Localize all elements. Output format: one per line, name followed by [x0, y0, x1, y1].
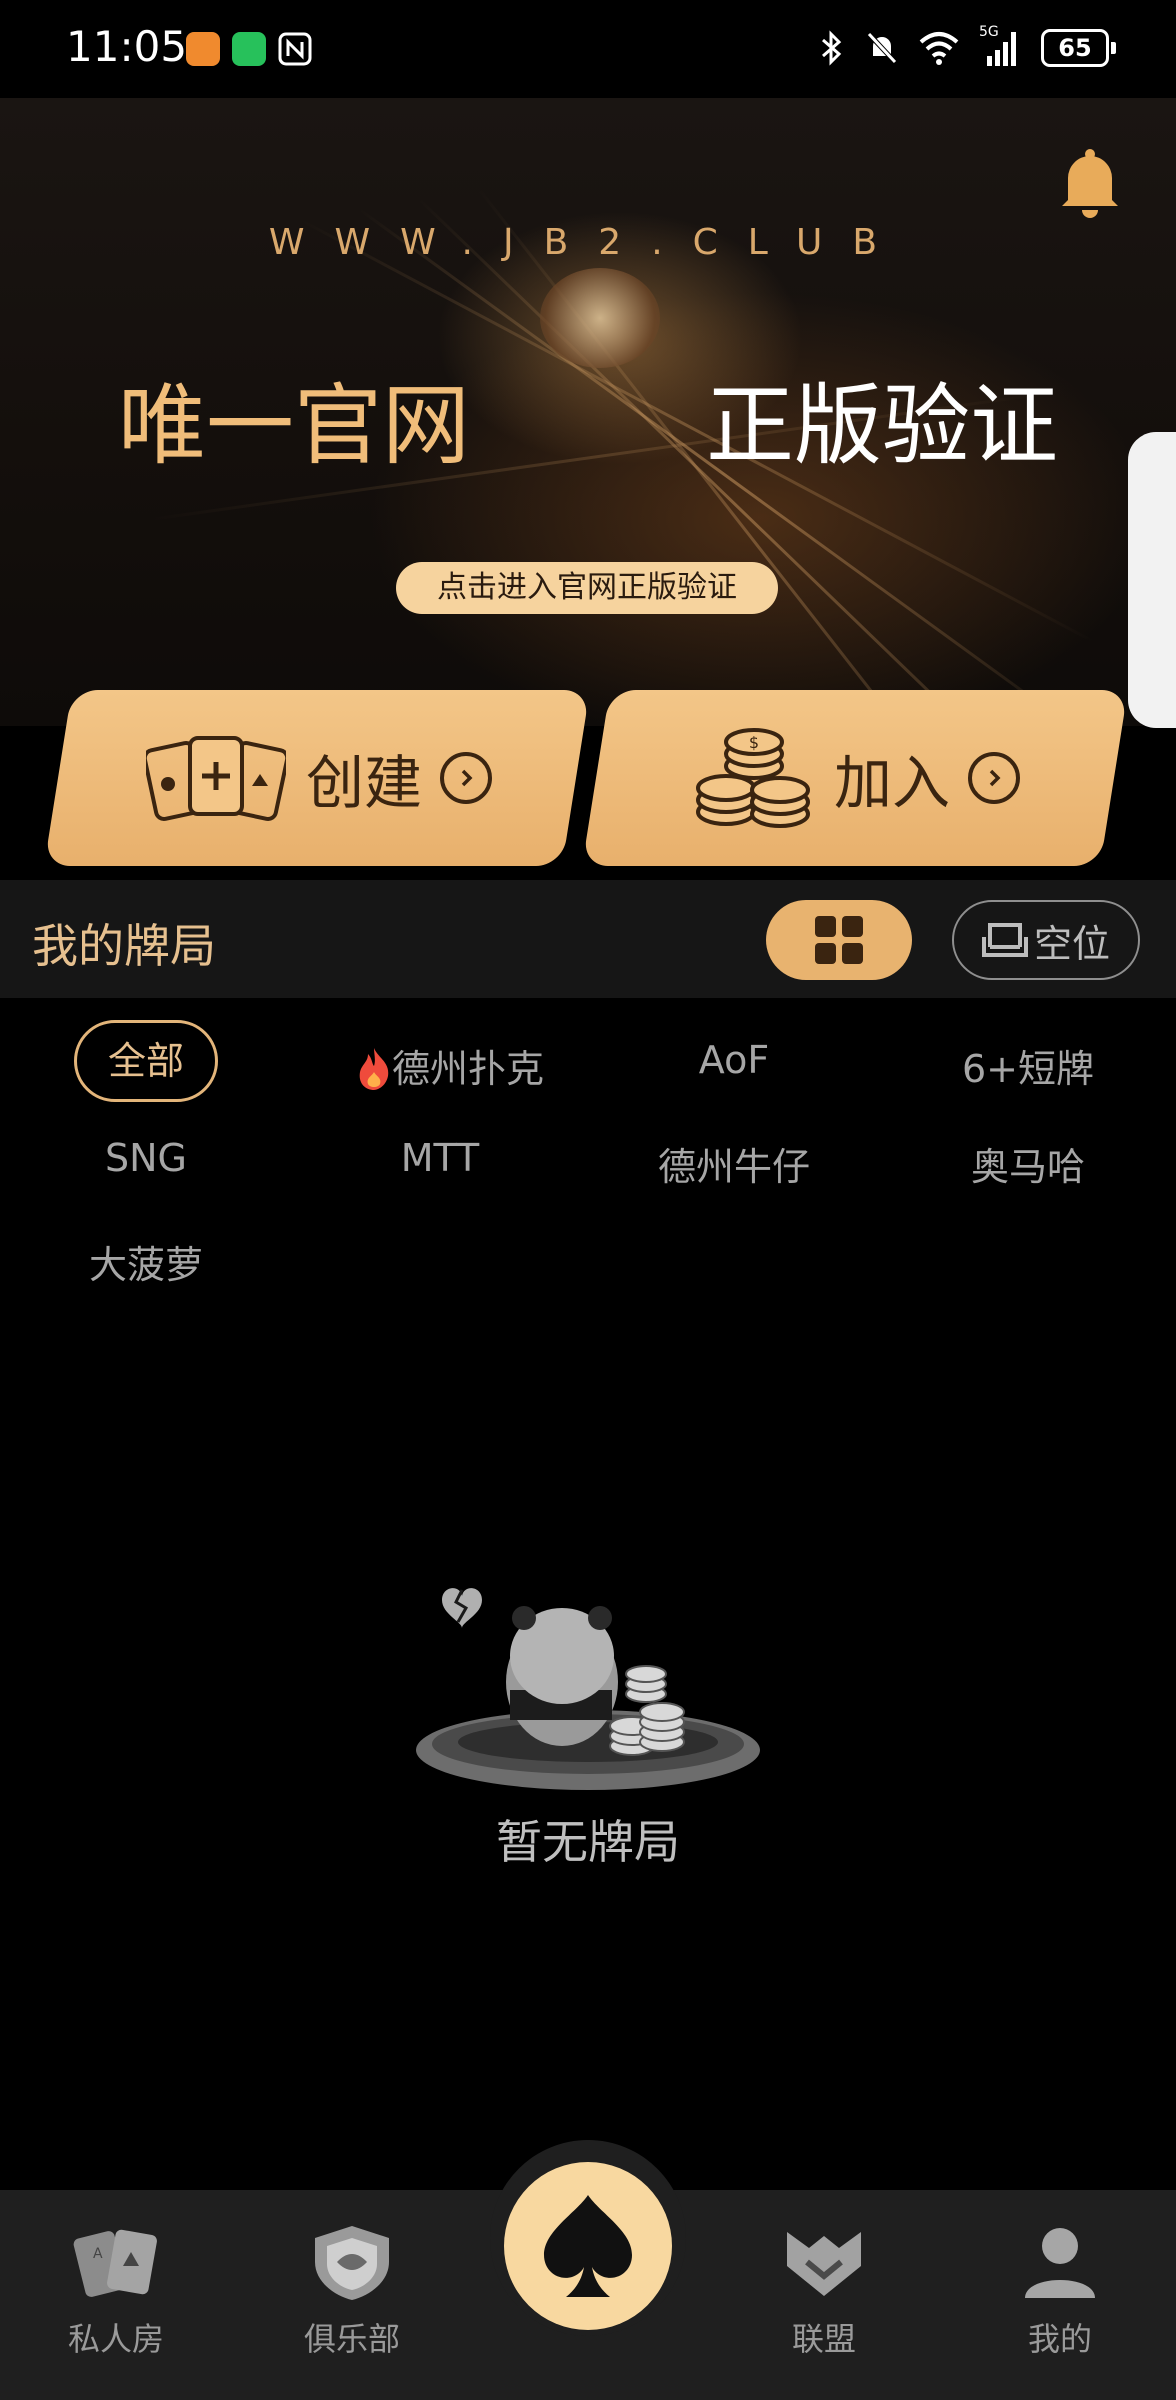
create-button[interactable]: 创建 [146, 690, 566, 866]
nav-private-room[interactable]: A 私人房 [26, 2222, 206, 2360]
signal-icon: 5G [979, 24, 1023, 68]
filter-cowboy[interactable]: 德州牛仔 [634, 1136, 834, 1191]
shield-crest-icon [315, 2226, 389, 2300]
notification-bell-icon[interactable] [1058, 146, 1122, 220]
filter-aof[interactable]: AoF [634, 1038, 834, 1082]
mute-bell-icon [867, 32, 897, 64]
my-games-header: 我的牌局 空位 [0, 880, 1176, 998]
svg-text:A: A [93, 2246, 103, 2262]
filter-all[interactable]: 全部 [74, 1020, 218, 1102]
svg-text:$: $ [749, 733, 759, 752]
filter-texas[interactable]: 德州扑克 [330, 1038, 570, 1093]
bluetooth-icon [822, 30, 842, 66]
empty-state-text: 暂无牌局 [496, 1815, 680, 1869]
nfc-icon [278, 32, 312, 66]
join-arrow-icon [968, 752, 1021, 804]
filter-pineapple[interactable]: 大菠萝 [46, 1234, 246, 1289]
nav-league[interactable]: 联盟 [734, 2222, 914, 2360]
cards-plus-icon [146, 736, 286, 821]
filter-omaha[interactable]: 奥马哈 [928, 1136, 1128, 1191]
fire-icon [359, 1048, 389, 1090]
empty-seat-button[interactable]: 空位 [952, 900, 1140, 980]
nav-club-label: 俱乐部 [303, 2320, 400, 2358]
league-handshake-icon [787, 2232, 861, 2296]
app-orange-icon [186, 32, 220, 66]
join-button[interactable]: $ 加入 [692, 690, 1112, 866]
filter-sng[interactable]: SNG [46, 1136, 246, 1180]
battery-icon: 65 [1041, 29, 1116, 67]
create-arrow-icon [440, 752, 493, 804]
grid-view-button[interactable] [766, 900, 912, 980]
site-url: WWW.JB2.CLUB [268, 222, 908, 263]
battery-level: 65 [1058, 34, 1092, 62]
wechat-icon [232, 32, 266, 66]
verify-button[interactable]: 点击进入官网正版验证 [396, 562, 778, 614]
join-label: 加入 [834, 749, 951, 817]
grid-icon [815, 916, 863, 964]
create-label: 创建 [306, 749, 423, 817]
seat-icon [981, 923, 1028, 957]
nav-club[interactable]: 俱乐部 [262, 2222, 442, 2360]
coins-icon: $ [696, 728, 810, 828]
slogan-verify: 正版验证 [706, 374, 1059, 477]
user-icon [1025, 2228, 1095, 2298]
playing-cards-icon: A [73, 2229, 157, 2297]
action-buttons: 创建 $ 加入 [0, 690, 1176, 870]
side-drawer-handle[interactable] [1128, 432, 1176, 728]
slogan-official: 唯一官网 [118, 374, 471, 477]
guitar-knob-decoration [540, 268, 660, 368]
filter-texas-label: 德州扑克 [391, 1047, 544, 1091]
wifi-icon [919, 32, 959, 65]
nav-mine-label: 我的 [1027, 2320, 1092, 2358]
my-games-title: 我的牌局 [32, 919, 216, 973]
filter-short-deck[interactable]: 6+短牌 [928, 1038, 1128, 1093]
nav-league-label: 联盟 [791, 2320, 856, 2358]
seat-label: 空位 [1033, 921, 1110, 966]
lobby-spade-button[interactable] [504, 2162, 672, 2330]
spade-icon [544, 2195, 632, 2297]
status-time: 11:05 [66, 22, 188, 71]
nav-mine[interactable]: 我的 [970, 2222, 1150, 2360]
filter-mtt[interactable]: MTT [340, 1136, 540, 1180]
nav-private-room-label: 私人房 [67, 2320, 164, 2358]
status-right: 5G 65 [817, 24, 1116, 68]
sad-panda-illustration [416, 1588, 760, 1790]
status-bar: 11:05 5G 65 [0, 0, 1176, 98]
